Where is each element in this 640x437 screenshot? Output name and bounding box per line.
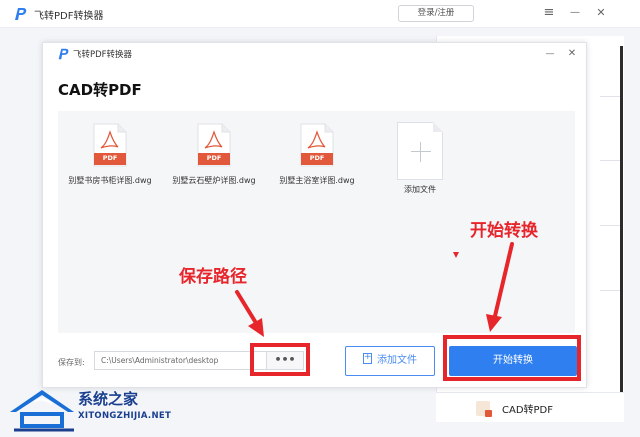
watermark-en: XITONGZHIJIA.NET: [78, 411, 172, 421]
annotation-arrows: [235, 242, 514, 337]
watermark-cn: 系统之家: [78, 390, 139, 408]
